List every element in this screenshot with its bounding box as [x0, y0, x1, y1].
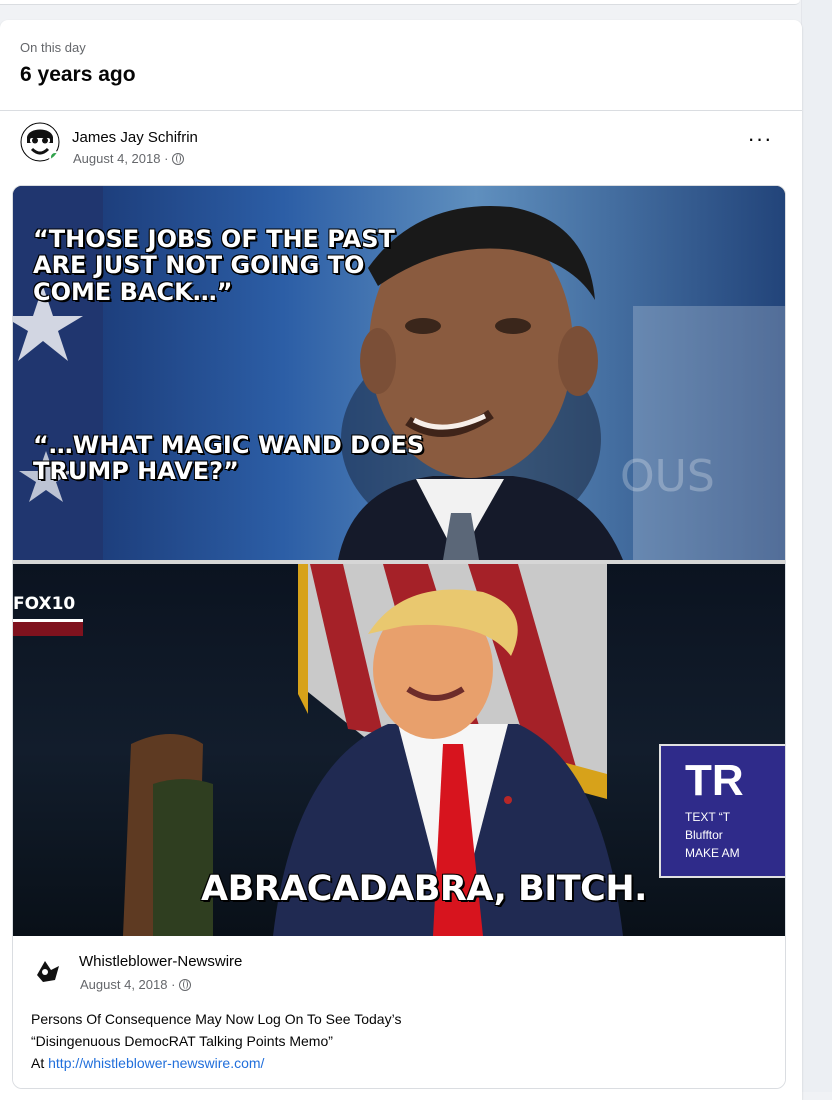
globe-icon [179, 978, 192, 991]
memory-years: 6 years ago [20, 63, 136, 86]
page-avatar[interactable] [31, 954, 65, 988]
caption-line-2: ARE JUST NOT GOING TO [33, 251, 365, 280]
campaign-sign-line-3: MAKE AM [685, 846, 740, 860]
caption-line-3: COME BACK…” [33, 277, 233, 306]
caption-line-1: “THOSE JOBS OF THE PAST [33, 225, 395, 253]
meme-caption-middle: “…WHAT MAGIC WAND DOES TRUMP HAVE?” [33, 432, 424, 485]
memory-kicker: On this day [20, 40, 86, 55]
shared-post-text: Persons Of Consequence May Now Log On To… [31, 1008, 731, 1074]
meme-panel-bottom: FOX10 TR TEXT “T Blufftor MAKE AM ABRACA… [13, 564, 785, 936]
shared-post-date[interactable]: August 4, 2018 · [80, 977, 175, 992]
previous-card-edge [0, 0, 800, 5]
post-author[interactable]: James Jay Schifrin [72, 129, 198, 146]
svg-text:OUS: OUS [620, 451, 715, 502]
shared-text-at: At [31, 1055, 49, 1071]
meme-panel-top: OUS “THOSE JOBS OF THE PAST ARE JUST NOT… [13, 186, 785, 560]
author-avatar[interactable] [20, 122, 60, 162]
fox10-logo: FOX10 [13, 594, 76, 614]
shared-link[interactable]: http://whistleblower-newswire.com/ [48, 1055, 264, 1071]
caption-line-5: TRUMP HAVE?” [33, 457, 239, 486]
post-date[interactable]: August 4, 2018 · [73, 151, 168, 166]
campaign-sign-line-2: Blufftor [685, 828, 723, 842]
meme-caption-top: “THOSE JOBS OF THE PAST ARE JUST NOT GOI… [33, 225, 395, 306]
shared-text-line-2: “Disingenuous DemocRAT Talking Points Me… [31, 1033, 333, 1049]
globe-icon [172, 152, 185, 165]
campaign-sign-big-text: TR [685, 756, 744, 805]
fox10-live-bar [13, 619, 83, 636]
shared-text-line-3: At http://whistleblower-newswire.com/ [31, 1052, 731, 1074]
campaign-sign: TR TEXT “T Blufftor MAKE AM [659, 744, 785, 878]
post-meta: August 4, 2018 · [73, 151, 185, 166]
shared-post-preview: Whistleblower-Newswire August 4, 2018 · … [13, 936, 785, 1088]
shared-post[interactable]: OUS “THOSE JOBS OF THE PAST ARE JUST NOT… [12, 185, 786, 1089]
campaign-sign-line-1: TEXT “T [685, 810, 731, 824]
shared-text-line-1: Persons Of Consequence May Now Log On To… [31, 1011, 402, 1027]
meme-caption-bottom: ABRACADABRA, BITCH. [201, 869, 647, 909]
shared-page-name[interactable]: Whistleblower-Newswire [79, 953, 242, 970]
memory-header: On this day 6 years ago [0, 20, 802, 111]
caption-line-4: “…WHAT MAGIC WAND DOES [33, 431, 425, 459]
more-options-icon[interactable]: ··· [745, 128, 775, 157]
shared-page-meta: August 4, 2018 · [80, 977, 192, 992]
meme-image[interactable]: OUS “THOSE JOBS OF THE PAST ARE JUST NOT… [13, 186, 785, 936]
right-rail [801, 0, 832, 1092]
